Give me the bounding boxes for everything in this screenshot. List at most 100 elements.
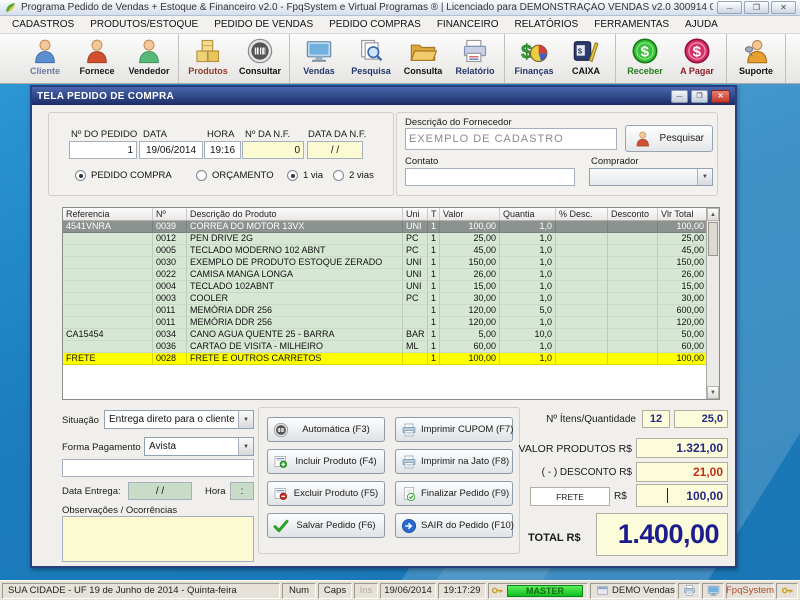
column-header-referencia[interactable]: Referencia <box>63 208 153 220</box>
menu-item-pedido-compras[interactable]: PEDIDO COMPRAS <box>321 17 429 32</box>
table-row[interactable]: 0022CAMISA MANGA LONGAUNI126,001,026,00 <box>63 269 719 281</box>
cell: COOLER <box>187 293 403 305</box>
toolbar-fornece[interactable]: Fornece <box>71 35 123 82</box>
toolbar-consulta[interactable]: Consulta <box>397 35 449 82</box>
scrollbar-thumb[interactable] <box>708 222 718 256</box>
incluir-produto-f4-button[interactable]: Incluir Produto (F4) <box>267 449 385 474</box>
close-button[interactable] <box>771 1 796 14</box>
menu-item-cadastros[interactable]: CADASTROS <box>4 17 82 32</box>
pagamento-extra-field[interactable] <box>62 459 254 477</box>
chevron-down-icon[interactable] <box>238 438 253 455</box>
cell: 150,00 <box>658 257 708 269</box>
radio-1-via[interactable]: 1 via <box>287 170 323 181</box>
table-row[interactable]: 0030EXEMPLO DE PRODUTO ESTOQUE ZERADOUNI… <box>63 257 719 269</box>
menu-item-ferramentas[interactable]: FERRAMENTAS <box>586 17 677 32</box>
toolbar-produtos[interactable]: Produtos <box>182 35 234 82</box>
cell: 1,0 <box>500 245 556 257</box>
cell: BAR <box>403 329 428 341</box>
column-header-vlr-total[interactable]: Vlr Total <box>658 208 708 220</box>
scroll-down-icon[interactable]: ▼ <box>707 386 719 399</box>
toolbar-label: Consulta <box>404 66 443 76</box>
toolbar-cliente[interactable]: Cliente <box>19 35 71 82</box>
cell: 100,00 <box>658 353 708 365</box>
child-minimize-button[interactable] <box>671 90 688 103</box>
forma-pagamento-dropdown[interactable]: Avista <box>144 437 254 456</box>
situacao-dropdown[interactable]: Entrega direto para o cliente <box>104 410 254 429</box>
itens-count-field: 12 <box>642 410 670 428</box>
toolbar-receber[interactable]: $Receber <box>619 35 671 82</box>
cell: 100,00 <box>658 221 708 233</box>
restore-button[interactable] <box>744 1 769 14</box>
column-header-t[interactable]: T <box>428 208 440 220</box>
child-close-button[interactable] <box>711 90 730 103</box>
frete-button[interactable]: FRETE <box>530 487 610 506</box>
descricao-fornecedor-field[interactable]: EXEMPLO DE CADASTRO <box>405 128 617 150</box>
table-row[interactable]: 4541VNRA0039CORREA DO MOTOR 13VXUNI1100,… <box>63 221 719 233</box>
window-small-icon <box>596 584 609 597</box>
table-row[interactable]: 0011MEMÓRIA DDR 2561120,005,0600,00 <box>63 305 719 317</box>
table-row[interactable]: 0003COOLERPC130,001,030,00 <box>63 293 719 305</box>
minimize-button[interactable] <box>717 1 742 14</box>
toolbar-a-pagar[interactable]: $A Pagar <box>671 35 723 82</box>
column-header-descricao-do-produto[interactable]: Descrição do Produto <box>187 208 403 220</box>
column-header-valor[interactable]: Valor <box>440 208 500 220</box>
salvar-pedido-f6-button[interactable]: Salvar Pedido (F6) <box>267 513 385 538</box>
table-row[interactable]: FRETE0028FRETE E OUTROS CARRETOS1100,001… <box>63 353 719 365</box>
toolbar-suporte[interactable]: Suporte <box>730 35 782 82</box>
toolbar-consultar[interactable]: Consultar <box>234 35 286 82</box>
sair-do-pedido-f10-button[interactable]: SAIR do Pedido (F10) <box>395 513 513 538</box>
finalizar-pedido-f9-button[interactable]: Finalizar Pedido (F9) <box>395 481 513 506</box>
status-key <box>776 583 798 599</box>
table-row[interactable]: 0011MEMÓRIA DDR 2561120,001,0120,00 <box>63 317 719 329</box>
observacoes-textarea[interactable] <box>62 516 254 562</box>
hora-entrega-field[interactable]: : <box>230 482 254 500</box>
toolbar-vendas[interactable]: Vendas <box>293 35 345 82</box>
radio-pedido-compra[interactable]: PEDIDO COMPRA <box>75 170 172 181</box>
column-header-desc[interactable]: % Desc. <box>556 208 608 220</box>
scroll-up-icon[interactable]: ▲ <box>707 208 719 221</box>
column-header-uni[interactable]: Uni <box>403 208 428 220</box>
table-row[interactable]: CA154540034CANO AGUA QUENTE 25 - BARRABA… <box>63 329 719 341</box>
table-row[interactable]: 0005TECLADO MODERNO 102 ABNTPC145,001,04… <box>63 245 719 257</box>
radio-orcamento[interactable]: ORÇAMENTO <box>196 170 274 181</box>
child-titlebar[interactable]: TELA PEDIDO DE COMPRA <box>32 87 735 105</box>
cell <box>63 281 153 293</box>
table-row[interactable]: 0036CARTAO DE VISITA - MILHEIROML160,001… <box>63 341 719 353</box>
cell: CAMISA MANGA LONGA <box>187 269 403 281</box>
pesquisar-button[interactable]: Pesquisar <box>625 125 713 152</box>
radio-2-vias[interactable]: 2 vias <box>333 170 374 181</box>
toolbar-coin-icon[interactable]: $ <box>789 35 800 82</box>
menu-item-ajuda[interactable]: AJUDA <box>677 17 726 32</box>
column-header-n[interactable]: Nº <box>153 208 187 220</box>
chevron-down-icon[interactable] <box>697 169 712 185</box>
cell <box>608 293 658 305</box>
comprador-dropdown[interactable] <box>589 168 713 186</box>
contato-field[interactable] <box>405 168 575 186</box>
radio-dot-icon <box>333 170 344 181</box>
forma-pagamento-value: Avista <box>145 441 238 452</box>
toolbar-pesquisa[interactable]: Pesquisa <box>345 35 397 82</box>
child-maximize-button[interactable] <box>691 90 708 103</box>
column-header-desconto[interactable]: Desconto <box>608 208 658 220</box>
chevron-down-icon[interactable] <box>238 411 253 428</box>
table-row[interactable]: 0012PEN DRIVE 2GPC125,001,025,00 <box>63 233 719 245</box>
cell: 1 <box>428 293 440 305</box>
vertical-scrollbar[interactable]: ▲ ▼ <box>706 208 719 399</box>
cell <box>556 341 608 353</box>
menu-item-pedido-de-vendas[interactable]: PEDIDO DE VENDAS <box>206 17 321 32</box>
toolbar-relatorio[interactable]: Relatório <box>449 35 501 82</box>
table-row[interactable]: 0004TECLADO 102ABNTUNI115,001,015,00 <box>63 281 719 293</box>
main-titlebar: Programa Pedido de Vendas + Estoque & Fi… <box>0 0 800 16</box>
menu-item-relatorios[interactable]: RELATÓRIOS <box>507 17 587 32</box>
column-header-quantia[interactable]: Quantia <box>500 208 556 220</box>
toolbar-caixa[interactable]: $CAIXA <box>560 35 612 82</box>
menu-item-financeiro[interactable]: FINANCEIRO <box>429 17 507 32</box>
menu-item-produtos-estoque[interactable]: PRODUTOS/ESTOQUE <box>82 17 206 32</box>
automatica-f3-button[interactable]: Automática (F3) <box>267 417 385 442</box>
toolbar-financas[interactable]: $Finanças <box>508 35 560 82</box>
frete-field[interactable]: 100,00 <box>636 484 728 507</box>
toolbar-vendedor[interactable]: Vendedor <box>123 35 175 82</box>
data-entrega-field[interactable]: / / <box>128 482 192 500</box>
excluir-produto-f5-button[interactable]: Excluir Produto (F5) <box>267 481 385 506</box>
total-field: 1.400,00 <box>596 513 728 556</box>
